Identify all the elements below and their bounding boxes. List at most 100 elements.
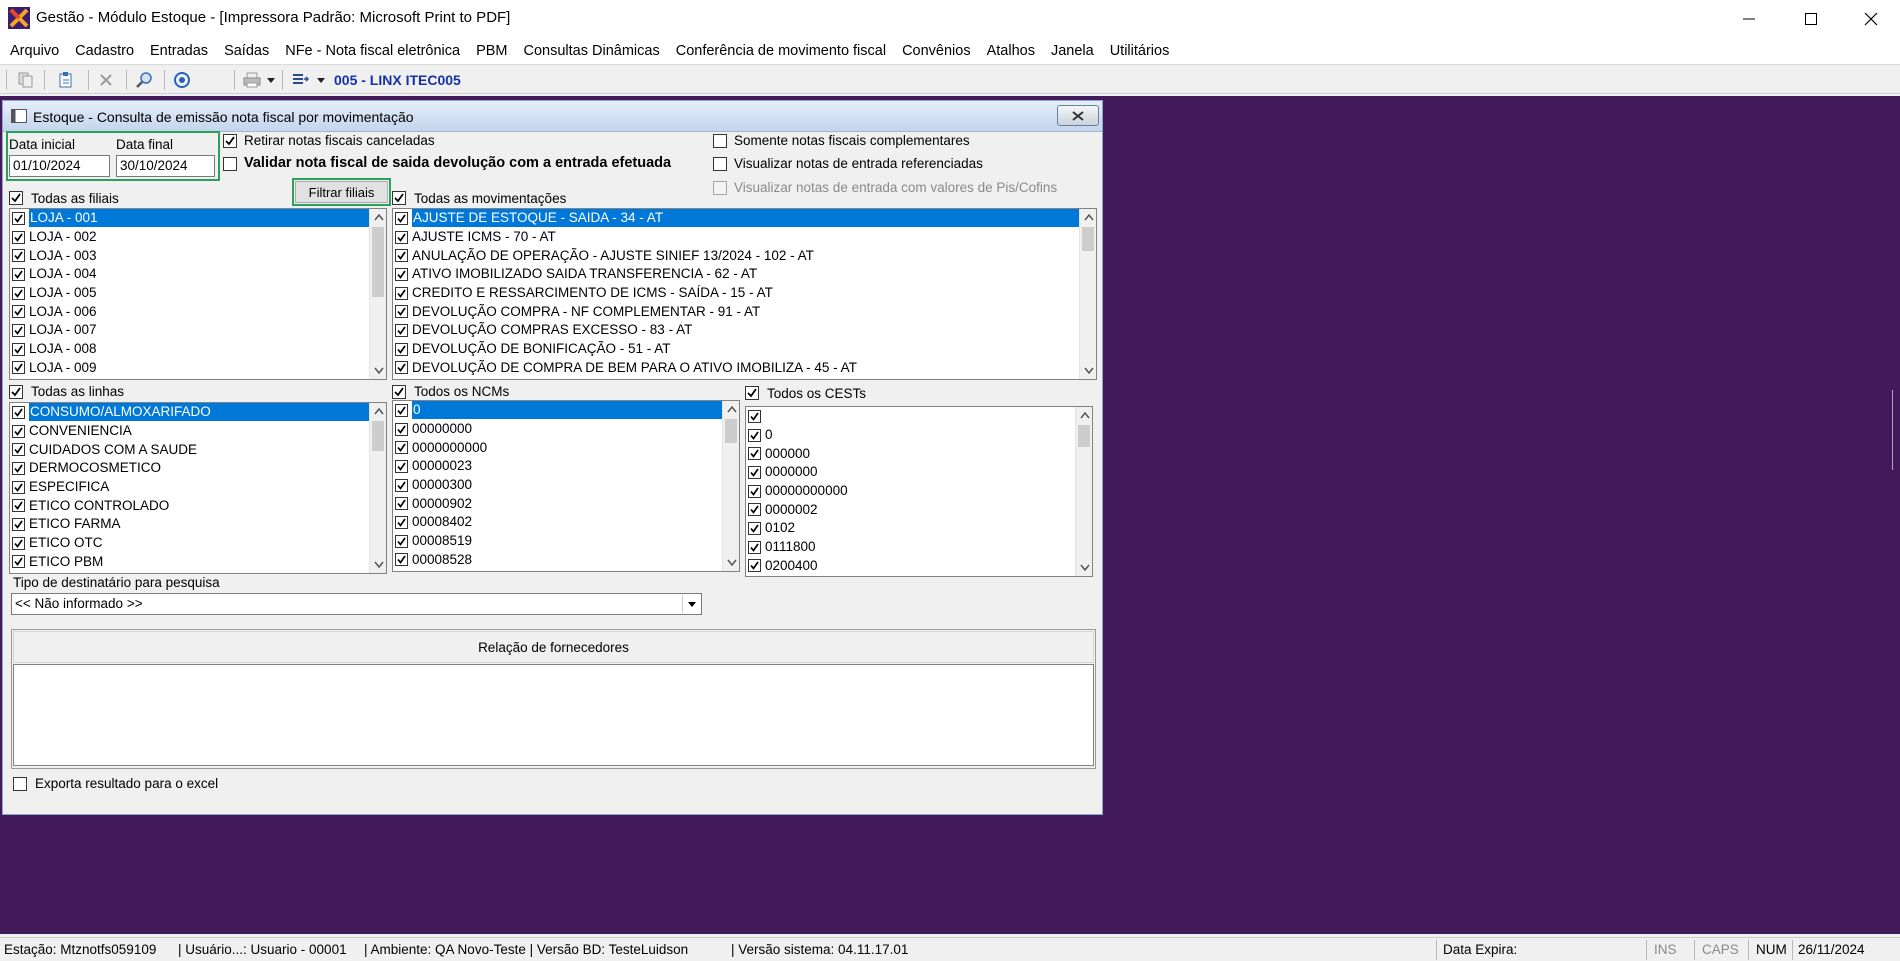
paste-icon[interactable] xyxy=(54,68,78,92)
linha-item[interactable]: CUIDADOS COM A SAUDE xyxy=(10,440,386,459)
cest-item[interactable]: 0111800 xyxy=(746,538,1092,557)
linhas-list[interactable]: CONSUMO/ALMOXARIFADO CONVENIENCIA CUIDADOS… xyxy=(9,402,387,574)
checkbox-checked-icon[interactable] xyxy=(395,534,408,548)
scroll-up-icon[interactable] xyxy=(370,209,386,226)
printer-icon[interactable] xyxy=(240,68,264,92)
validar-devolucao-checkbox[interactable] xyxy=(223,157,237,171)
scroll-thumb[interactable] xyxy=(372,227,384,297)
checkbox-checked-icon[interactable] xyxy=(748,484,761,498)
todos-ncms-checkbox[interactable] xyxy=(392,385,406,399)
menu-cadastro[interactable]: Cadastro xyxy=(67,43,142,59)
checkbox-checked-icon[interactable] xyxy=(12,443,25,457)
checkbox-checked-icon[interactable] xyxy=(12,286,25,300)
checkbox-checked-icon[interactable] xyxy=(395,230,408,244)
cests-scrollbar[interactable] xyxy=(1075,407,1092,576)
checkbox-checked-icon[interactable] xyxy=(12,211,25,225)
ncm-item[interactable]: 00008519 xyxy=(393,532,739,551)
data-inicial-field[interactable]: 01/10/2024 xyxy=(9,155,110,177)
checkbox-checked-icon[interactable] xyxy=(395,422,408,436)
close-window-button[interactable] xyxy=(1842,0,1900,38)
scroll-down-icon[interactable] xyxy=(370,362,386,379)
filial-item[interactable]: LOJA - 005 xyxy=(10,284,386,303)
menu-entradas[interactable]: Entradas xyxy=(142,43,216,59)
todas-movimentacoes-checkbox[interactable] xyxy=(392,191,406,205)
checkbox-checked-icon[interactable] xyxy=(395,305,408,319)
linha-item[interactable]: CONVENIENCIA xyxy=(10,422,386,441)
movimentacao-item[interactable]: CREDITO E RESSARCIMENTO DE ICMS - SAÍDA … xyxy=(393,284,1096,303)
checkbox-checked-icon[interactable] xyxy=(395,459,408,473)
checkbox-checked-icon[interactable] xyxy=(748,428,761,442)
scroll-down-icon[interactable] xyxy=(1080,362,1096,379)
splitter-handle[interactable] xyxy=(1892,390,1898,470)
ncm-item[interactable]: 0 xyxy=(393,401,739,420)
data-final-field[interactable]: 30/10/2024 xyxy=(116,155,215,177)
menu-atalhos[interactable]: Atalhos xyxy=(979,43,1043,59)
checkbox-checked-icon[interactable] xyxy=(12,249,25,263)
menu-janela[interactable]: Janela xyxy=(1043,43,1102,59)
exporta-excel-checkbox[interactable] xyxy=(13,777,27,791)
checkbox-checked-icon[interactable] xyxy=(748,447,761,461)
movimentacao-item[interactable]: ANULAÇÃO DE OPERAÇÃO - AJUSTE SINIEF 13/… xyxy=(393,246,1096,265)
linhas-scrollbar[interactable] xyxy=(369,403,386,573)
menu-arquivo[interactable]: Arquivo xyxy=(2,43,67,59)
checkbox-checked-icon[interactable] xyxy=(12,405,25,419)
checkbox-checked-icon[interactable] xyxy=(395,286,408,300)
delete-icon[interactable] xyxy=(94,68,118,92)
filial-item[interactable]: LOJA - 003 xyxy=(10,246,386,265)
filtrar-filiais-button[interactable]: Filtrar filiais xyxy=(295,181,388,203)
todas-linhas-checkbox[interactable] xyxy=(9,385,23,399)
menu-utilitarios[interactable]: Utilitários xyxy=(1102,43,1178,59)
menu-saidas[interactable]: Saídas xyxy=(216,43,277,59)
checkbox-checked-icon[interactable] xyxy=(395,249,408,263)
filial-item[interactable]: LOJA - 007 xyxy=(10,321,386,340)
scroll-thumb[interactable] xyxy=(372,421,384,451)
cest-item[interactable]: 00000000000 xyxy=(746,482,1092,501)
filial-item[interactable]: LOJA - 008 xyxy=(10,340,386,359)
checkbox-checked-icon[interactable] xyxy=(12,461,25,475)
linha-item[interactable]: ETICO OTC xyxy=(10,534,386,553)
checkbox-checked-icon[interactable] xyxy=(395,211,408,225)
scroll-up-icon[interactable] xyxy=(1080,209,1096,226)
cest-item[interactable]: 0000002 xyxy=(746,500,1092,519)
scroll-down-icon[interactable] xyxy=(370,556,386,573)
dialog-close-button[interactable] xyxy=(1057,105,1099,126)
ncm-item[interactable]: 00000023 xyxy=(393,457,739,476)
filial-item[interactable]: LOJA - 009 xyxy=(10,359,386,378)
scroll-down-icon[interactable] xyxy=(1076,559,1092,576)
cest-item[interactable]: 000000 xyxy=(746,444,1092,463)
ncm-item[interactable]: 00008528 xyxy=(393,551,739,570)
scroll-thumb[interactable] xyxy=(1082,227,1094,251)
scroll-up-icon[interactable] xyxy=(370,403,386,420)
checkbox-checked-icon[interactable] xyxy=(395,323,408,337)
checkbox-checked-icon[interactable] xyxy=(12,424,25,438)
fornecedores-list[interactable] xyxy=(13,664,1094,766)
checkbox-checked-icon[interactable] xyxy=(395,497,408,511)
filial-item[interactable]: LOJA - 002 xyxy=(10,228,386,247)
ncm-item[interactable]: 00000000 xyxy=(393,420,739,439)
checkbox-checked-icon[interactable] xyxy=(12,555,25,569)
linha-item[interactable]: DERMOCOSMETICO xyxy=(10,459,386,478)
movimentacoes-scrollbar[interactable] xyxy=(1079,209,1096,379)
checkbox-checked-icon[interactable] xyxy=(395,478,408,492)
checkbox-checked-icon[interactable] xyxy=(12,305,25,319)
scroll-thumb[interactable] xyxy=(1078,425,1090,447)
menu-nfe[interactable]: NFe - Nota fiscal eletrônica xyxy=(277,43,468,59)
checkbox-checked-icon[interactable] xyxy=(748,409,761,423)
menu-consultas-dinamicas[interactable]: Consultas Dinâmicas xyxy=(516,43,668,59)
movimentacoes-list[interactable]: AJUSTE DE ESTOQUE - SAIDA - 34 - AT AJUST… xyxy=(392,208,1097,380)
menu-pbm[interactable]: PBM xyxy=(468,43,515,59)
ncm-item[interactable]: 0000000000 xyxy=(393,438,739,457)
search-icon[interactable] xyxy=(132,68,156,92)
scroll-thumb[interactable] xyxy=(725,419,737,443)
movimentacao-item[interactable]: AJUSTE ICMS - 70 - AT xyxy=(393,228,1096,247)
relacao-fornecedores-header[interactable]: Relação de fornecedores xyxy=(13,631,1094,663)
checkbox-checked-icon[interactable] xyxy=(12,499,25,513)
movimentacao-item[interactable]: DEVOLUÇÃO COMPRA - NF COMPLEMENTAR - 91 … xyxy=(393,302,1096,321)
checkbox-checked-icon[interactable] xyxy=(12,267,25,281)
tipo-destinatario-select[interactable]: << Não informado >> xyxy=(11,593,702,615)
ncm-item[interactable]: 00000300 xyxy=(393,476,739,495)
linha-item[interactable]: ETICO CONTROLADO xyxy=(10,496,386,515)
cest-item[interactable]: 0102 xyxy=(746,519,1092,538)
checkbox-checked-icon[interactable] xyxy=(12,342,25,356)
checkbox-checked-icon[interactable] xyxy=(395,267,408,281)
